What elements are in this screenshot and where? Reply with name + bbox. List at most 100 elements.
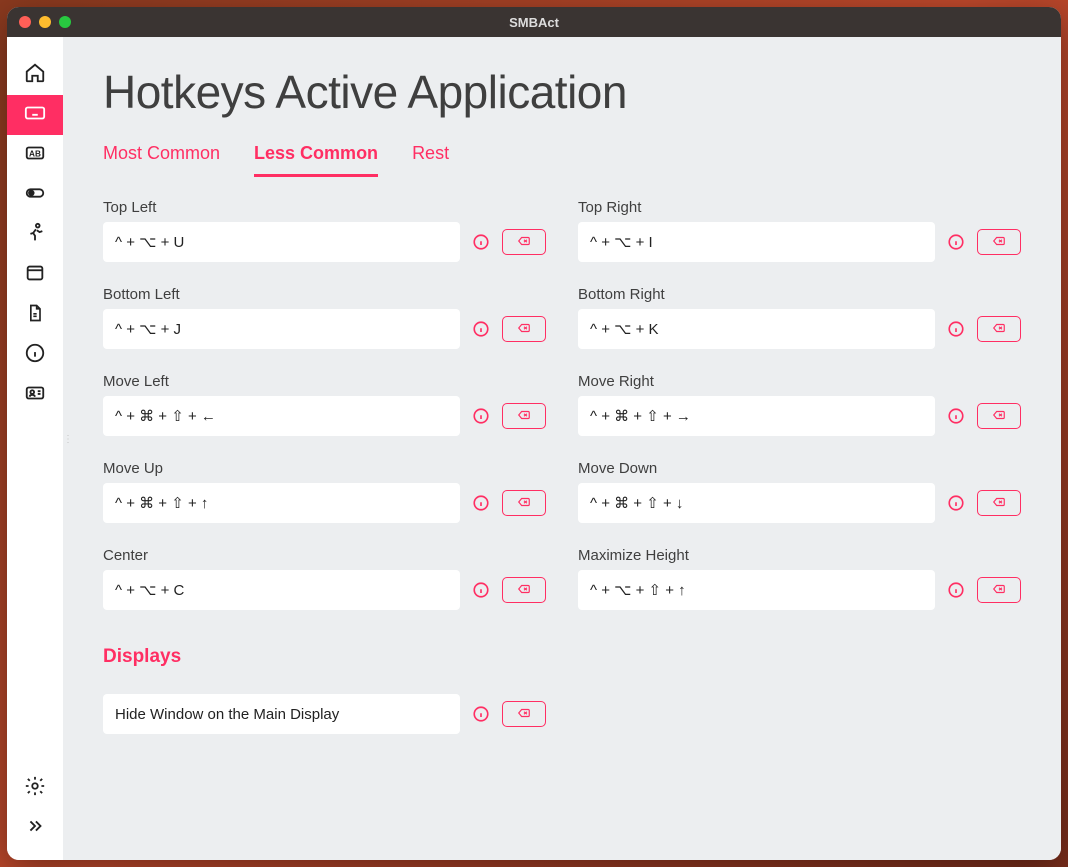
clear-button[interactable] bbox=[977, 490, 1021, 516]
section-heading-displays: Displays bbox=[103, 646, 1021, 668]
clear-button[interactable] bbox=[502, 229, 546, 255]
titlebar: SMBAct bbox=[7, 7, 1061, 37]
field-label: Bottom Right bbox=[578, 286, 1021, 303]
field-maximize-height: Maximize Height ^ + ⌥ + ⇧ + ↑ bbox=[578, 547, 1021, 610]
info-button[interactable] bbox=[472, 581, 490, 599]
home-icon bbox=[24, 62, 46, 89]
sidebar: AB bbox=[7, 37, 63, 860]
gear-icon bbox=[24, 775, 46, 802]
field-label: Move Up bbox=[103, 460, 546, 477]
backspace-icon bbox=[516, 234, 532, 251]
svg-text:AB: AB bbox=[29, 149, 41, 158]
id-card-icon bbox=[24, 382, 46, 409]
field-move-right: Move Right ^ + ⌘ + ⇧ + → bbox=[578, 373, 1021, 436]
field-label: Move Down bbox=[578, 460, 1021, 477]
field-bottom-left: Bottom Left ^ + ⌥ + J bbox=[103, 286, 546, 349]
hotkey-input-move-up[interactable]: ^ + ⌘ + ⇧ + ↑ bbox=[103, 483, 460, 523]
sidebar-item-home[interactable] bbox=[7, 55, 63, 95]
window-title: SMBAct bbox=[7, 15, 1061, 30]
field-label: Center bbox=[103, 547, 546, 564]
hotkey-input-top-right[interactable]: ^ + ⌥ + I bbox=[578, 222, 935, 262]
tab-rest[interactable]: Rest bbox=[412, 143, 449, 177]
clear-button[interactable] bbox=[977, 229, 1021, 255]
hotkey-input-move-left[interactable]: ^ + ⌘ + ⇧ + ← bbox=[103, 396, 460, 436]
backspace-icon bbox=[516, 706, 532, 723]
clear-button[interactable] bbox=[502, 490, 546, 516]
clear-button[interactable] bbox=[502, 701, 546, 727]
info-button[interactable] bbox=[947, 581, 965, 599]
backspace-icon bbox=[516, 582, 532, 599]
sidebar-item-document[interactable] bbox=[7, 295, 63, 335]
clear-button[interactable] bbox=[502, 403, 546, 429]
sidebar-item-settings[interactable] bbox=[7, 768, 63, 808]
sidebar-item-window[interactable] bbox=[7, 255, 63, 295]
minimize-window-button[interactable] bbox=[39, 16, 51, 28]
sidebar-item-hotkeys[interactable] bbox=[7, 95, 63, 135]
field-label: Top Right bbox=[578, 199, 1021, 216]
clear-button[interactable] bbox=[502, 316, 546, 342]
sidebar-item-contact[interactable] bbox=[7, 375, 63, 415]
running-icon bbox=[24, 222, 46, 249]
hotkey-grid: Top Left ^ + ⌥ + U Top Right ^ + ⌥ + I bbox=[103, 199, 1021, 610]
hotkey-input-maximize-height[interactable]: ^ + ⌥ + ⇧ + ↑ bbox=[578, 570, 935, 610]
field-label: Move Left bbox=[103, 373, 546, 390]
info-button[interactable] bbox=[472, 705, 490, 723]
sidebar-item-collapse[interactable] bbox=[7, 808, 63, 848]
hotkey-input-bottom-right[interactable]: ^ + ⌥ + K bbox=[578, 309, 935, 349]
backspace-icon bbox=[991, 321, 1007, 338]
keyboard-icon bbox=[24, 102, 46, 129]
clear-button[interactable] bbox=[977, 316, 1021, 342]
info-button[interactable] bbox=[947, 407, 965, 425]
hotkey-input-top-left[interactable]: ^ + ⌥ + U bbox=[103, 222, 460, 262]
info-button[interactable] bbox=[472, 494, 490, 512]
field-label: Move Right bbox=[578, 373, 1021, 390]
page-title: Hotkeys Active Application bbox=[103, 65, 1021, 119]
backspace-icon bbox=[991, 495, 1007, 512]
field-move-left: Move Left ^ + ⌘ + ⇧ + ← bbox=[103, 373, 546, 436]
tab-less-common[interactable]: Less Common bbox=[254, 143, 378, 177]
sidebar-resize-handle[interactable]: ⋮ bbox=[63, 438, 69, 460]
info-button[interactable] bbox=[947, 494, 965, 512]
toggle-icon bbox=[24, 182, 46, 209]
info-icon bbox=[24, 342, 46, 369]
chevrons-right-icon bbox=[24, 815, 46, 842]
backspace-icon bbox=[991, 408, 1007, 425]
field-move-down: Move Down ^ + ⌘ + ⇧ + ↓ bbox=[578, 460, 1021, 523]
info-button[interactable] bbox=[472, 407, 490, 425]
backspace-icon bbox=[991, 582, 1007, 599]
tabs: Most Common Less Common Rest bbox=[103, 143, 1021, 177]
clear-button[interactable] bbox=[977, 403, 1021, 429]
field-top-right: Top Right ^ + ⌥ + I bbox=[578, 199, 1021, 262]
hotkey-input-bottom-left[interactable]: ^ + ⌥ + J bbox=[103, 309, 460, 349]
field-top-left: Top Left ^ + ⌥ + U bbox=[103, 199, 546, 262]
field-label: Bottom Left bbox=[103, 286, 546, 303]
main-content: ⋮ Hotkeys Active Application Most Common… bbox=[63, 37, 1061, 860]
close-window-button[interactable] bbox=[19, 16, 31, 28]
option-hide-window-main-display[interactable]: Hide Window on the Main Display bbox=[103, 694, 460, 734]
maximize-window-button[interactable] bbox=[59, 16, 71, 28]
info-button[interactable] bbox=[472, 233, 490, 251]
app-window: SMBAct AB bbox=[7, 7, 1061, 860]
backspace-icon bbox=[516, 408, 532, 425]
hotkey-input-move-right[interactable]: ^ + ⌘ + ⇧ + → bbox=[578, 396, 935, 436]
tab-most-common[interactable]: Most Common bbox=[103, 143, 220, 177]
backspace-icon bbox=[516, 495, 532, 512]
sidebar-item-info[interactable] bbox=[7, 335, 63, 375]
info-button[interactable] bbox=[947, 233, 965, 251]
hotkey-input-move-down[interactable]: ^ + ⌘ + ⇧ + ↓ bbox=[578, 483, 935, 523]
sidebar-item-toggle[interactable] bbox=[7, 175, 63, 215]
traffic-lights bbox=[7, 16, 71, 28]
backspace-icon bbox=[991, 234, 1007, 251]
info-button[interactable] bbox=[472, 320, 490, 338]
clear-button[interactable] bbox=[502, 577, 546, 603]
field-center: Center ^ + ⌥ + C bbox=[103, 547, 546, 610]
clear-button[interactable] bbox=[977, 577, 1021, 603]
info-button[interactable] bbox=[947, 320, 965, 338]
sidebar-item-text[interactable]: AB bbox=[7, 135, 63, 175]
field-hide-window-main-display: Hide Window on the Main Display bbox=[103, 694, 546, 734]
sidebar-item-actions[interactable] bbox=[7, 215, 63, 255]
field-label: Maximize Height bbox=[578, 547, 1021, 564]
hotkey-input-center[interactable]: ^ + ⌥ + C bbox=[103, 570, 460, 610]
file-icon bbox=[25, 303, 45, 328]
window-icon bbox=[24, 262, 46, 289]
